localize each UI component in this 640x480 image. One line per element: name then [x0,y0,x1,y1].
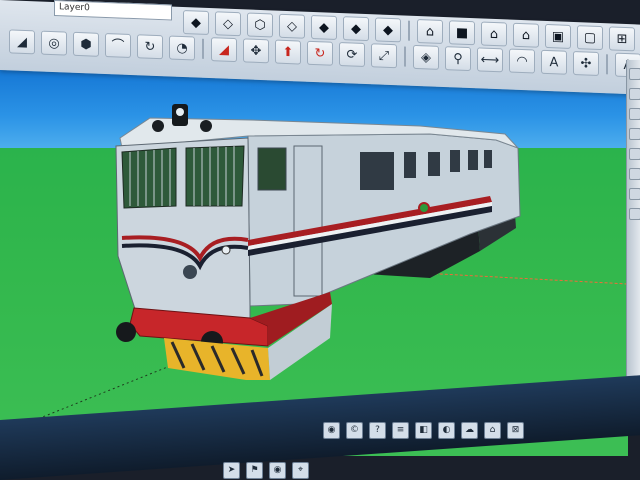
shaded-texture-icon[interactable]: ◆ [343,16,369,42]
polygon-icon[interactable]: ⬢ [73,31,99,57]
wireframe-icon[interactable]: ⬡ [247,12,273,38]
dock-button-8[interactable] [629,208,640,220]
move-icon[interactable]: ✥ [243,38,269,64]
iso-view-icon[interactable]: ⌂ [417,19,443,45]
hidden-line-icon[interactable]: ◇ [279,13,305,39]
dock-button-2[interactable] [629,88,640,100]
pushpull-icon[interactable]: ⬆ [275,39,301,65]
left-view-icon[interactable]: ▢ [577,25,603,51]
followme-icon[interactable]: ⟳ [339,42,365,68]
roof-lamp [176,108,184,116]
side-window-1 [360,152,394,190]
side-window-6 [484,150,492,168]
protractor-icon[interactable]: ◠ [509,48,535,74]
pie-icon[interactable]: ◔ [169,35,195,61]
side-window-4 [450,150,460,172]
cab-side-window [257,147,287,191]
front-view-icon[interactable]: ⌂ [481,21,507,47]
status-toolbar: ◉ ©? ≡ ◧ ◐ ☁ ⌂ ⊠ [320,422,527,439]
locomotive-model[interactable] [115,104,521,380]
back-view-icon[interactable]: ▣ [545,23,571,49]
side-window-5 [468,150,478,170]
side-emblem [418,202,430,214]
select-tool-icon[interactable]: ➤ [223,462,240,479]
warehouse-icon[interactable]: ⌂ [484,422,501,439]
arc-icon[interactable]: ⌒ [105,33,131,59]
position-camera-icon[interactable]: ⌖ [292,462,309,479]
front-lamp-right [221,245,231,255]
components-icon[interactable]: ⊞ [609,26,635,52]
rotate-icon[interactable]: ↻ [307,40,333,66]
toolbar-separator [408,20,410,41]
back-edges-icon[interactable]: ◇ [215,11,241,37]
dock-button-4[interactable] [629,128,640,140]
top-view-icon[interactable]: ■ [449,20,475,46]
extension-icon[interactable]: ⊠ [507,422,524,439]
credits-icon[interactable]: © [346,422,363,439]
dimension-icon[interactable]: ⟷ [477,47,503,73]
monochrome-icon[interactable]: ◆ [375,17,401,43]
shaded-icon[interactable]: ◆ [311,14,337,40]
sketchup-screen: ◆◇⬡◇◆◆◆⌂■⌂⌂▣▢⊞⊕▤✂⧉⊗↶↷ ◢◎⬢⌒↻◔◢✥⬆↻⟳⤢◈⚲⟷◠A✣… [0,0,640,480]
offset-icon[interactable]: ◈ [413,44,439,70]
axes-icon[interactable]: ✣ [573,51,599,77]
tape-icon[interactable]: ⚲ [445,46,471,72]
toolbar-separator [404,46,406,67]
lookaround-icon[interactable]: ◉ [269,462,286,479]
freehand-icon[interactable]: ↻ [137,34,163,60]
scale-icon[interactable]: ⤢ [371,43,397,69]
windshield-right [185,145,245,207]
sections-icon[interactable]: ◧ [415,422,432,439]
side-window-3 [428,152,440,176]
front-emblem [183,265,197,279]
geo-location-icon[interactable]: ◉ [323,422,340,439]
buffer-left [116,322,136,342]
shadows-icon[interactable]: ◐ [438,422,455,439]
side-window-2 [404,152,416,178]
dock-button-6[interactable] [629,168,640,180]
marker-light-left [152,120,164,132]
marker-light-right [200,120,212,132]
fog-icon[interactable]: ☁ [461,422,478,439]
xray-icon[interactable]: ◆ [183,10,209,36]
rectangle-icon[interactable]: ◢ [9,29,35,55]
circle-icon[interactable]: ◎ [41,30,67,56]
text-icon[interactable]: A [541,49,567,75]
instructor-icon[interactable]: ? [369,422,386,439]
right-dock-panel [626,60,640,400]
dock-button-1[interactable] [629,68,640,80]
status-toolbar-lower: ➤ ⚑ ◉ ⌖ [220,462,312,479]
right-view-icon[interactable]: ⌂ [513,22,539,48]
toolbar-separator [202,38,204,59]
dock-button-5[interactable] [629,148,640,160]
walk-icon[interactable]: ⚑ [246,462,263,479]
layers-icon[interactable]: ≡ [392,422,409,439]
dock-button-7[interactable] [629,188,640,200]
paint-icon[interactable]: ◢ [211,37,237,63]
dock-button-3[interactable] [629,108,640,120]
toolbar-separator [606,54,608,75]
